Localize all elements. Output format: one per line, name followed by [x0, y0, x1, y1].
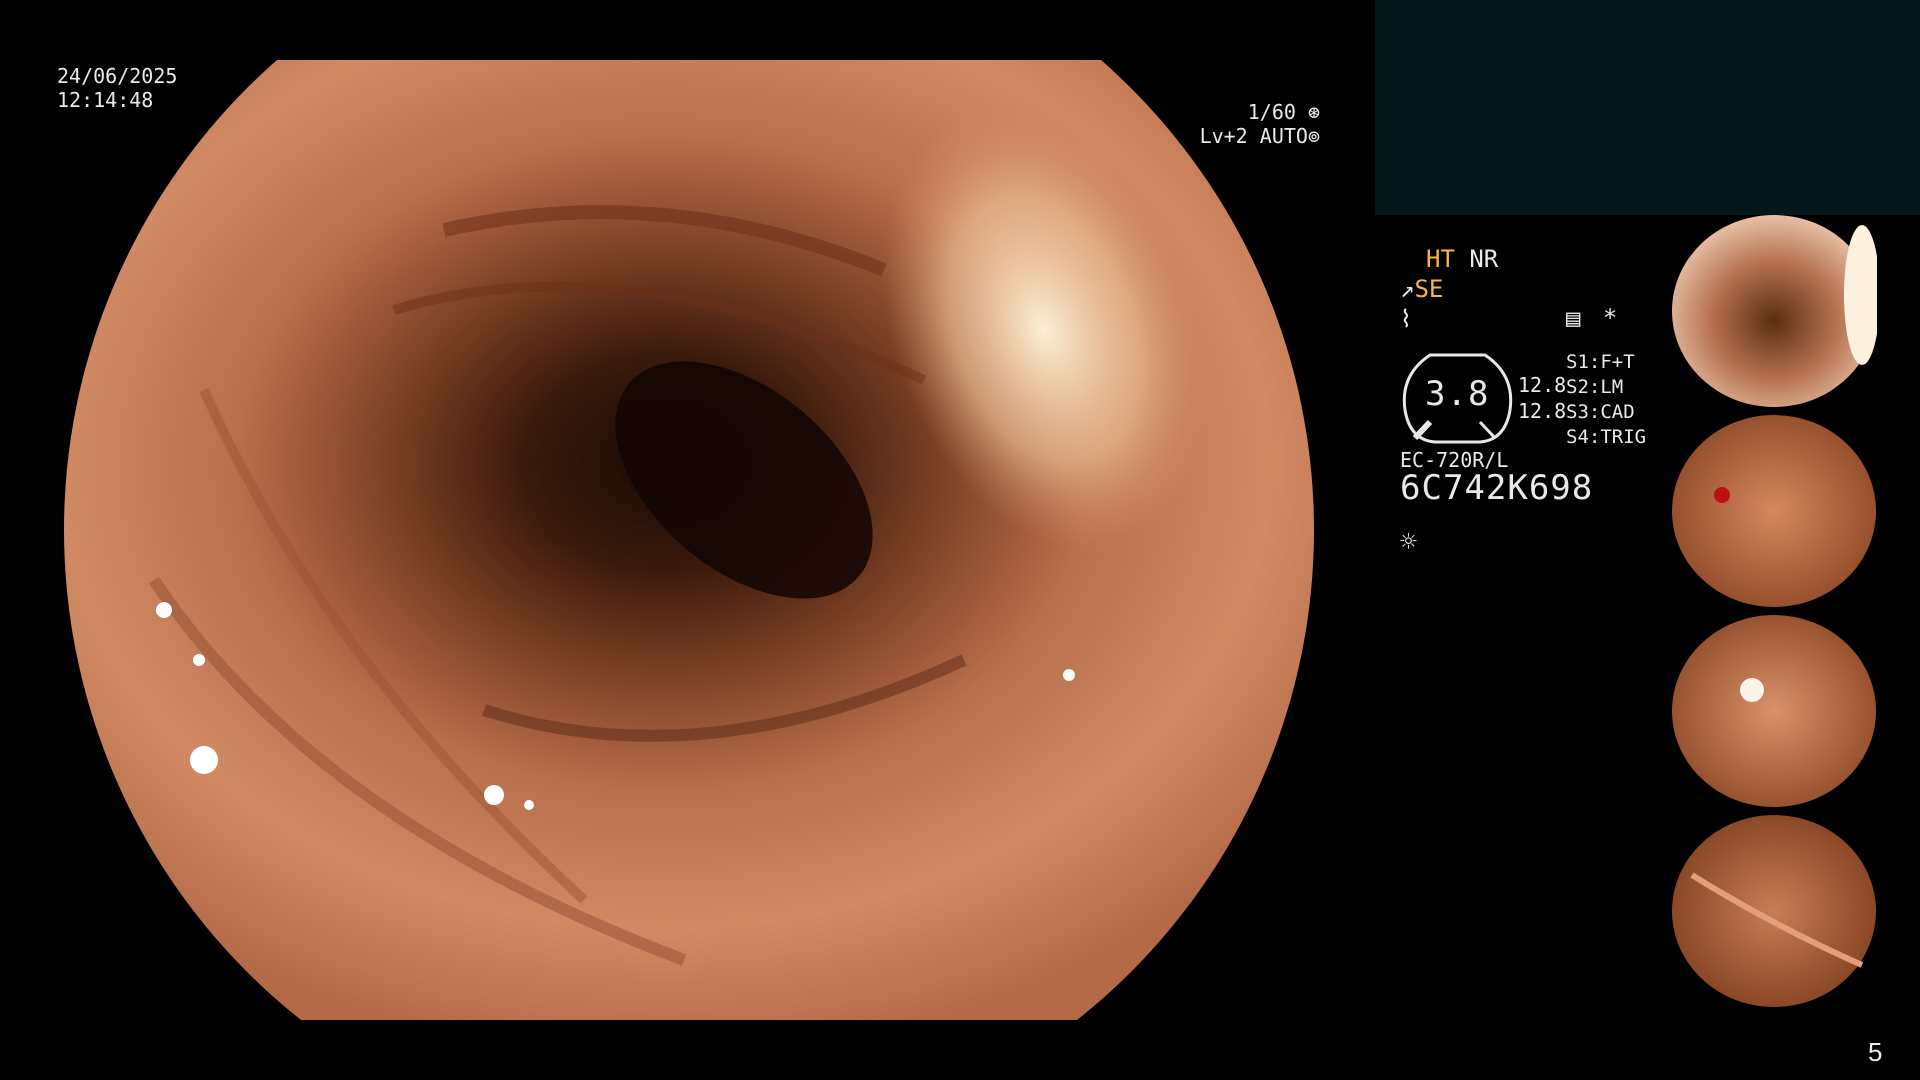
thumbnail-4[interactable] — [1672, 815, 1877, 1007]
level-row: Lv+2 AUTO⊚ — [1160, 124, 1320, 148]
s-button-item: S3:CAD — [1566, 400, 1646, 425]
s-key: S3: — [1566, 401, 1601, 423]
shutter-row: 1/60 ⊛ — [1160, 100, 1320, 124]
info-panel-background — [1375, 0, 1920, 215]
record-icon: ▤ — [1566, 304, 1581, 332]
endoscopy-main-view — [64, 60, 1314, 1020]
date-text: 24/06/2025 — [57, 64, 178, 88]
wave-icon: ⌇ — [1400, 305, 1412, 333]
datetime-block: 24/06/2025 12:14:48 — [57, 64, 177, 112]
wave-row: ⌇ — [1400, 304, 1498, 334]
thumbnail-2[interactable] — [1672, 415, 1877, 607]
gauge-value-top: 12.8 — [1518, 373, 1567, 397]
s-value: CAD — [1600, 401, 1635, 423]
record-row: ▤ * — [1566, 306, 1617, 330]
s-value: F+T — [1600, 351, 1635, 373]
status-panel: HT NR ↗SE ⌇ — [1400, 244, 1498, 334]
s-button-item: S4:TRIG — [1566, 425, 1646, 450]
thumbnail-3[interactable] — [1672, 615, 1877, 807]
thumbnail-strip — [1672, 215, 1877, 1007]
s-button-item: S1:F+T — [1566, 350, 1646, 375]
level-text: Lv+2 — [1199, 124, 1248, 148]
s-button-list: S1:F+T S2:LM S3:CAD S4:TRIG — [1566, 350, 1646, 450]
light-icon: ☼ — [1400, 525, 1417, 558]
se-row: ↗SE — [1400, 274, 1498, 304]
asterisk-text: * — [1602, 304, 1618, 332]
s-key: S1: — [1566, 351, 1601, 373]
gauge-value: 3.8 — [1425, 374, 1490, 414]
ht-label: HT — [1426, 245, 1455, 273]
nr-label: NR — [1469, 245, 1499, 273]
page-number: 5 — [1868, 1037, 1883, 1067]
scope-angle-icon: ↗ — [1400, 275, 1415, 303]
s-key: S2: — [1566, 376, 1601, 398]
s-value: TRIG — [1600, 426, 1647, 448]
iris-icon: ⊚ — [1307, 124, 1320, 148]
brightness-gauge: 3.8 — [1400, 350, 1515, 445]
gauge-value-bottom: 12.8 — [1518, 399, 1567, 423]
shutter-text: 1/60 — [1247, 100, 1296, 124]
exposure-block: 1/60 ⊛ Lv+2 AUTO⊚ — [1160, 100, 1320, 148]
auto-text: AUTO — [1259, 124, 1308, 148]
aperture-icon: ⊛ — [1307, 100, 1320, 124]
s-button-item: S2:LM — [1566, 375, 1646, 400]
s-key: S4: — [1566, 426, 1601, 448]
gauge-side-values: 12.8 12.8 — [1518, 372, 1566, 424]
time-text: 12:14:48 — [57, 88, 154, 112]
ht-nr-row: HT NR — [1400, 244, 1498, 274]
se-label: SE — [1414, 275, 1444, 303]
thumbnail-1[interactable] — [1672, 215, 1877, 407]
s-value: LM — [1600, 376, 1624, 398]
serial-number: 6C742K698 — [1400, 468, 1594, 508]
